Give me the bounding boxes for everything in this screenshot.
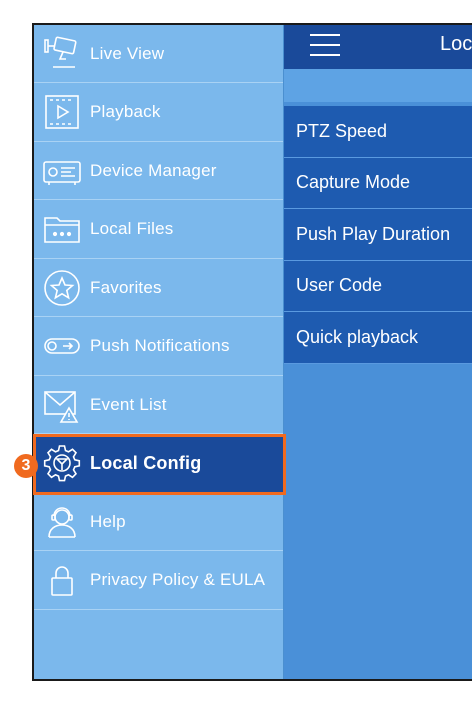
sidebar-item-privacy-policy[interactable]: Privacy Policy & EULA [34, 552, 283, 610]
playback-film-icon [42, 92, 82, 132]
config-item-user-code[interactable]: User Code [284, 260, 472, 312]
mail-alert-icon [42, 385, 82, 425]
sidebar-item-label: Privacy Policy & EULA [90, 570, 266, 589]
sidebar-item-label: Event List [90, 394, 167, 414]
sidebar-item-event-list[interactable]: Event List [34, 376, 283, 434]
section-band [284, 69, 472, 102]
sidebar-item-device-manager[interactable]: Device Manager [34, 142, 283, 200]
page-title: Loc [440, 33, 472, 55]
config-item-quick-playback[interactable]: Quick playback [284, 312, 472, 364]
config-item-ptz-speed[interactable]: PTZ Speed [284, 106, 472, 158]
app-frame: Live View Playback Device Manager Local … [32, 23, 472, 681]
sidebar-item-label: Playback [90, 102, 161, 121]
sidebar-item-label: Local Config [90, 452, 202, 473]
sidebar-item-label: Favorites [90, 277, 162, 297]
sidebar-menu: Live View Playback Device Manager Local … [34, 25, 284, 679]
local-config-panel: Loc PTZ Speed Capture Mode Push Play Dur… [284, 25, 472, 679]
config-item-push-play-duration[interactable]: Push Play Duration [284, 209, 472, 261]
sidebar-item-playback[interactable]: Playback [34, 84, 283, 142]
folder-icon [42, 209, 82, 249]
star-icon [42, 268, 82, 308]
sidebar-item-label: Device Manager [90, 160, 217, 180]
gear-icon [42, 443, 82, 483]
sidebar-item-live-view[interactable]: Live View [34, 25, 283, 83]
app-header: Loc [284, 25, 472, 69]
sidebar-item-label: Live View [90, 43, 165, 63]
lock-icon [42, 560, 82, 600]
step-badge: 3 [14, 454, 38, 478]
camera-icon [42, 34, 82, 74]
dvr-device-icon [42, 151, 82, 191]
sidebar-item-label: Push Notifications [90, 336, 230, 355]
config-list: PTZ Speed Capture Mode Push Play Duratio… [284, 106, 472, 364]
sidebar-item-push-notifications[interactable]: Push Notifications [34, 318, 283, 376]
sidebar-item-favorites[interactable]: Favorites [34, 259, 283, 317]
sidebar-item-label: Local Files [90, 219, 174, 238]
toggle-notification-icon [42, 326, 82, 366]
config-item-capture-mode[interactable]: Capture Mode [284, 157, 472, 209]
sidebar-item-help[interactable]: Help [34, 493, 283, 551]
sidebar-item-local-files[interactable]: Local Files [34, 201, 283, 259]
sidebar-item-label: Help [90, 511, 126, 531]
support-person-icon [42, 502, 82, 542]
hamburger-menu-icon[interactable] [310, 34, 340, 56]
sidebar-item-local-config[interactable]: Local Config [34, 434, 283, 493]
